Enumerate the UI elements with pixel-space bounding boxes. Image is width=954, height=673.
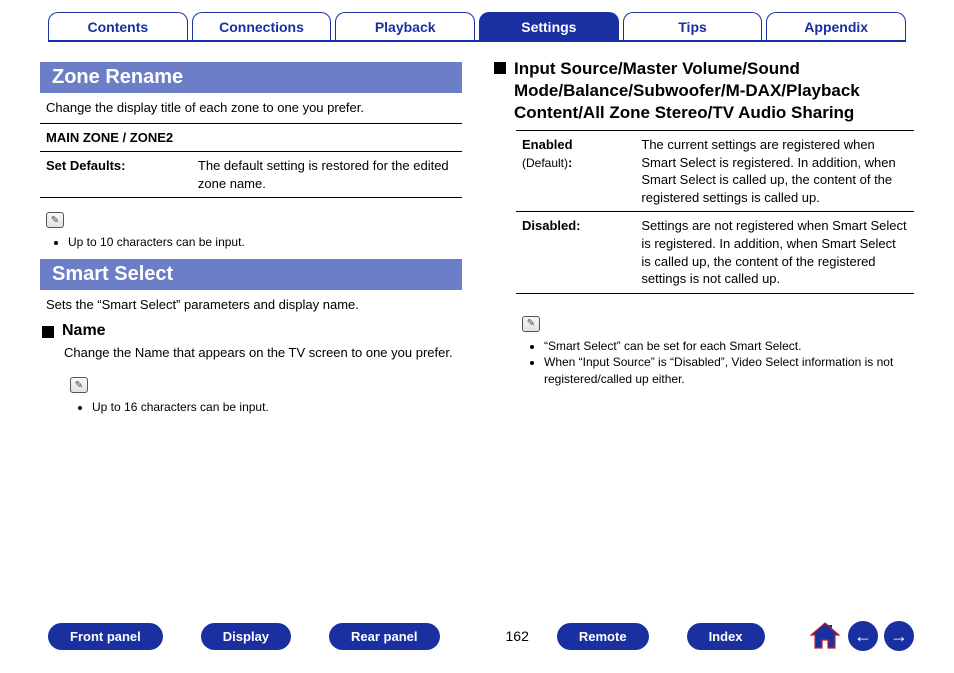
smart-select-desc: Sets the “Smart Select” parameters and d… — [46, 296, 456, 314]
page-number: 162 — [506, 628, 529, 644]
remote-button[interactable]: Remote — [557, 623, 649, 650]
front-panel-button[interactable]: Front panel — [48, 623, 163, 650]
tab-connections[interactable]: Connections — [192, 12, 332, 40]
tab-contents[interactable]: Contents — [48, 12, 188, 40]
display-button[interactable]: Display — [201, 623, 291, 650]
tab-tips[interactable]: Tips — [623, 12, 763, 40]
square-bullet-icon — [494, 62, 506, 74]
home-icon[interactable] — [808, 621, 842, 651]
page-content: Zone Rename Change the display title of … — [0, 42, 954, 424]
enabled-label: Enabled — [522, 137, 573, 152]
pencil-icon: ✎ — [46, 212, 64, 228]
zone-rename-table: MAIN ZONE / ZONE2 Set Defaults: The defa… — [40, 123, 462, 199]
zone-rename-notes: Up to 10 characters can be input. — [68, 234, 462, 251]
right-column: Input Source/Master Volume/Sound Mode/Ba… — [492, 54, 914, 424]
pencil-icon: ✎ — [70, 377, 88, 393]
prev-page-button[interactable]: ← — [848, 621, 878, 651]
tab-settings[interactable]: Settings — [479, 12, 619, 40]
name-desc: Change the Name that appears on the TV s… — [64, 344, 456, 362]
set-defaults-label: Set Defaults: — [40, 152, 192, 198]
top-tabs: Contents Connections Playback Settings T… — [0, 0, 954, 40]
right-heading: Input Source/Master Volume/Sound Mode/Ba… — [514, 58, 914, 124]
disabled-label: Disabled: — [516, 212, 635, 293]
name-notes: Up to 16 characters can be input. — [92, 399, 462, 416]
footer-nav-icons: ← → — [808, 621, 914, 651]
zone-rename-desc: Change the display title of each zone to… — [46, 99, 456, 117]
right-note-1: “Smart Select” can be set for each Smart… — [544, 338, 914, 355]
next-page-button[interactable]: → — [884, 621, 914, 651]
square-bullet-icon — [42, 326, 54, 338]
name-note: Up to 16 characters can be input. — [92, 399, 462, 416]
rear-panel-button[interactable]: Rear panel — [329, 623, 439, 650]
smart-select-title: Smart Select — [40, 259, 462, 290]
enabled-disabled-table: Enabled (Default): The current settings … — [516, 130, 914, 293]
index-button[interactable]: Index — [687, 623, 765, 650]
arrow-left-icon: ← — [854, 626, 872, 647]
tab-playback[interactable]: Playback — [335, 12, 475, 40]
arrow-right-icon: → — [890, 626, 908, 647]
enabled-value: The current settings are registered when… — [635, 131, 914, 212]
disabled-value: Settings are not registered when Smart S… — [635, 212, 914, 293]
name-heading: Name — [62, 322, 106, 340]
enabled-sublabel: (Default) — [522, 156, 568, 170]
enabled-label-cell: Enabled (Default): — [516, 131, 635, 212]
tab-appendix[interactable]: Appendix — [766, 12, 906, 40]
right-subheading: Input Source/Master Volume/Sound Mode/Ba… — [494, 58, 914, 124]
right-note-2: When “Input Source” is “Disabled”, Video… — [544, 354, 914, 388]
footer: Front panel Display Rear panel 162 Remot… — [0, 621, 954, 651]
left-column: Zone Rename Change the display title of … — [40, 54, 462, 424]
set-defaults-value: The default setting is restored for the … — [192, 152, 462, 198]
right-notes: “Smart Select” can be set for each Smart… — [544, 338, 914, 388]
name-subheading: Name — [42, 322, 462, 340]
zone-rename-table-header: MAIN ZONE / ZONE2 — [40, 123, 462, 152]
pencil-icon: ✎ — [522, 316, 540, 332]
zone-rename-title: Zone Rename — [40, 62, 462, 93]
zone-rename-note: Up to 10 characters can be input. — [68, 234, 462, 251]
